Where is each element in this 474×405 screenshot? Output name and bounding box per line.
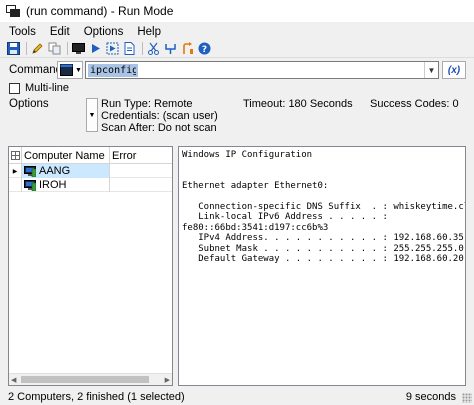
error-cell[interactable]: [110, 164, 172, 177]
command-output[interactable]: Windows IP Configuration Ethernet adapte…: [178, 146, 466, 386]
document-button[interactable]: [122, 41, 137, 56]
chevron-down-icon: ▼: [427, 65, 436, 75]
status-summary: 2 Computers, 2 finished (1 selected): [8, 391, 185, 403]
success-codes-text: Success Codes: 0: [370, 98, 459, 110]
scroll-left-icon[interactable]: ◀: [11, 376, 16, 384]
run-selected-icon: [106, 42, 119, 55]
column-header-error[interactable]: Error: [110, 147, 172, 164]
results-area: Computer Name Error ▶ AANG IROH ◀ ▶ Wind…: [8, 146, 466, 386]
menu-tools[interactable]: Tools: [0, 26, 43, 38]
multiline-option[interactable]: Multi-line: [9, 81, 69, 95]
options-dropdown-button[interactable]: ▼: [86, 98, 98, 132]
scroll-right-icon[interactable]: ▶: [165, 376, 170, 384]
grid-header: Computer Name Error: [9, 147, 172, 164]
computer-icon: [24, 179, 36, 191]
help-button[interactable]: ?: [197, 41, 212, 56]
menu-edit[interactable]: Edit: [43, 26, 77, 38]
command-row: Command ▼ ▼ (x): [0, 60, 474, 80]
resize-grip[interactable]: [462, 393, 472, 403]
command-dropdown-button[interactable]: ▼: [424, 62, 438, 78]
status-bar: 2 Computers, 2 finished (1 selected) 9 s…: [0, 388, 474, 405]
undo-icon: [183, 42, 193, 54]
chevron-down-icon: ▼: [88, 111, 96, 119]
command-input[interactable]: [88, 64, 138, 77]
copy-config-button[interactable]: [47, 41, 62, 56]
error-cell[interactable]: [110, 178, 172, 191]
multiline-checkbox[interactable]: [9, 82, 20, 94]
command-label: Command: [9, 64, 63, 76]
select-all-cell[interactable]: [9, 147, 22, 164]
grid-icon: [10, 151, 20, 160]
current-row-arrow-icon: ▶: [12, 168, 18, 175]
merge-icon: [165, 44, 176, 54]
horizontal-scrollbar[interactable]: ◀ ▶: [9, 373, 172, 385]
save-icon: [7, 42, 20, 55]
undo-button[interactable]: [180, 41, 195, 56]
run-type-text: Run Type: Remote: [101, 98, 193, 110]
run-button[interactable]: [88, 41, 103, 56]
table-row[interactable]: ▶ AANG: [9, 164, 172, 178]
command-combobox[interactable]: ▼: [85, 61, 439, 79]
row-indicator: ▶: [9, 164, 22, 178]
menu-help[interactable]: Help: [130, 26, 168, 38]
help-icon: ?: [198, 42, 211, 55]
computer-name-cell[interactable]: IROH: [22, 178, 110, 192]
menu-bar: Tools Edit Options Help: [0, 24, 474, 40]
run-selected-button[interactable]: [105, 41, 120, 56]
credentials-text: Credentials: (scan user): [101, 110, 218, 122]
computer-name-cell[interactable]: AANG: [22, 164, 110, 178]
run-icon: [92, 44, 100, 53]
app-icon: [6, 5, 20, 17]
console-icon: [72, 43, 85, 54]
chevron-down-icon: ▼: [75, 66, 82, 74]
document-icon: [124, 42, 135, 55]
scan-after-text: Scan After: Do not scan: [101, 122, 217, 134]
menu-options[interactable]: Options: [77, 26, 131, 38]
copy-config-icon: [48, 42, 61, 55]
options-label: Options: [9, 98, 49, 110]
status-elapsed: 9 seconds: [405, 391, 456, 403]
title-bar: (run command) - Run Mode: [0, 0, 474, 22]
table-row[interactable]: IROH: [9, 178, 172, 192]
console-button[interactable]: [71, 41, 86, 56]
computer-grid[interactable]: Computer Name Error ▶ AANG IROH ◀ ▶: [8, 146, 173, 386]
edit-button[interactable]: [30, 41, 45, 56]
merge-button[interactable]: [163, 41, 178, 56]
cut-button[interactable]: [146, 41, 161, 56]
window-title: (run command) - Run Mode: [26, 4, 174, 18]
console-icon: [60, 64, 73, 76]
variables-button[interactable]: (x): [442, 61, 466, 79]
save-button[interactable]: [6, 41, 21, 56]
column-header-computer-name[interactable]: Computer Name: [22, 147, 110, 164]
multiline-label: Multi-line: [25, 82, 70, 94]
scrollbar-thumb[interactable]: [21, 376, 149, 383]
toolbar: ?: [0, 40, 474, 58]
computer-icon: [24, 165, 36, 177]
command-type-button[interactable]: ▼: [57, 61, 83, 79]
svg-text:?: ?: [202, 45, 207, 55]
timeout-text: Timeout: 180 Seconds: [243, 98, 353, 110]
row-indicator: [9, 178, 22, 192]
cut-icon: [148, 42, 159, 55]
edit-icon: [32, 43, 43, 54]
